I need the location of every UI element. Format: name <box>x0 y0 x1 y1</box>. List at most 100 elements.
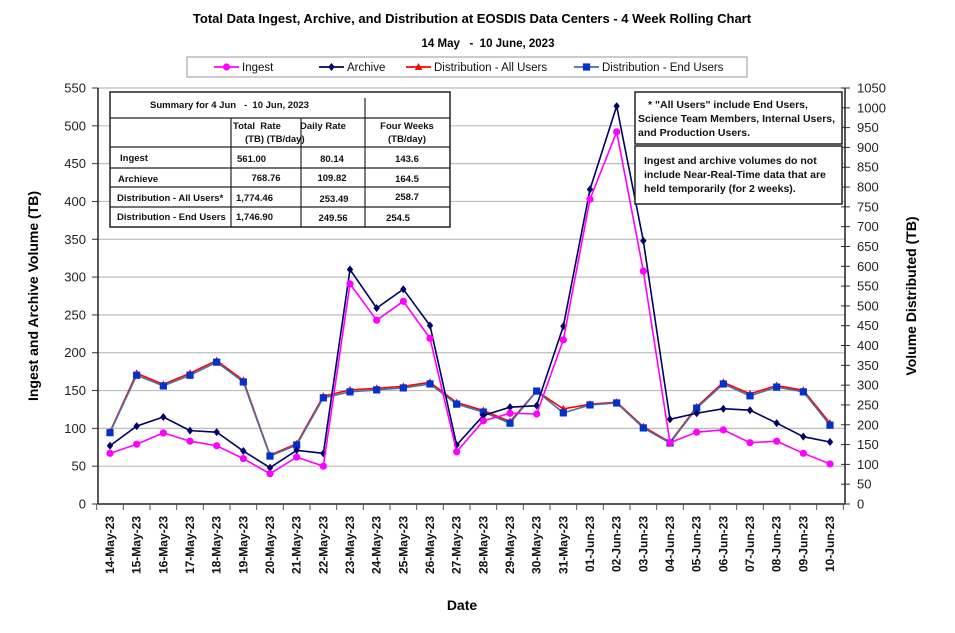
y2-tick-label: 350 <box>857 358 879 373</box>
y-tick-label: 400 <box>64 194 86 209</box>
data-point <box>319 462 327 470</box>
data-point <box>506 419 514 427</box>
y2-tick-label: 450 <box>857 318 879 333</box>
note-line: include Near-Real-Time data that are <box>644 169 826 181</box>
summary-row-label: Distribution - All Users* <box>117 193 224 204</box>
x-tick-label: 24-May-23 <box>370 516 384 574</box>
y-axis-label: Ingest and Archive Volume (TB) <box>25 191 41 401</box>
summary-row-four-weeks: 143.6 <box>395 154 419 165</box>
x-tick-label: 25-May-23 <box>396 516 410 574</box>
summary-row-daily: 249.56 <box>318 213 347 224</box>
data-point <box>826 460 834 468</box>
legend-label: Archive <box>347 62 385 74</box>
data-point <box>586 195 594 203</box>
note-all-users: * "All Users" include End Users, Science… <box>634 91 843 145</box>
data-point <box>746 392 754 400</box>
summary-row-daily: 109.82 <box>317 173 346 184</box>
y-tick-label: 500 <box>64 118 86 133</box>
data-point <box>826 437 834 446</box>
x-tick-label: 17-May-23 <box>183 516 197 574</box>
x-tick-label: 06-Jun-23 <box>716 516 730 572</box>
x-tick-label: 15-May-23 <box>130 516 144 574</box>
y2-tick-label: 0 <box>857 497 864 512</box>
data-point <box>613 102 620 111</box>
data-point <box>719 380 727 388</box>
x-tick-label: 05-Jun-23 <box>690 516 704 572</box>
data-point <box>719 426 727 434</box>
data-point <box>133 371 141 379</box>
legend-marker <box>222 63 231 71</box>
data-point <box>399 384 407 392</box>
chart: Total Data Ingest, Archive, and Distribu… <box>25 11 919 613</box>
legend: Ingest Archive Distribution - All Users Dis… <box>186 56 748 78</box>
x-tick-label: 29-May-23 <box>503 516 517 574</box>
summary-row-daily: 80.14 <box>320 154 344 165</box>
note-line: Ingest and archive volumes do not <box>644 155 817 167</box>
x-tick-label: 19-May-23 <box>236 516 250 574</box>
x-tick-label: 16-May-23 <box>156 516 170 574</box>
data-point <box>346 388 354 396</box>
y2-tick-label: 850 <box>857 160 879 175</box>
data-point <box>266 452 274 460</box>
data-point <box>640 236 647 245</box>
y-tick-label: 150 <box>64 383 86 398</box>
data-point <box>319 394 327 402</box>
y2-tick-label: 900 <box>857 140 879 155</box>
x-tick-label: 30-May-23 <box>530 516 544 574</box>
data-point <box>826 421 834 429</box>
note-line: * "All Users" include End Users, <box>648 99 808 111</box>
summary-header-daily: Daily Rate <box>300 121 346 132</box>
y-tick-label: 300 <box>64 270 86 285</box>
legend-label: Distribution - End Users <box>602 62 724 74</box>
y2-tick-label: 800 <box>857 180 879 195</box>
data-point <box>639 424 647 432</box>
data-point <box>533 410 541 418</box>
data-point <box>559 336 567 344</box>
data-point <box>559 409 567 417</box>
y2-tick-label: 1050 <box>857 81 886 96</box>
legend-label: Distribution - All Users <box>434 62 547 74</box>
y2-tick-label: 250 <box>857 397 879 412</box>
data-point <box>453 400 461 408</box>
y-tick-label: 350 <box>64 232 86 247</box>
data-point <box>159 429 167 437</box>
x-tick-label: 22-May-23 <box>316 516 330 574</box>
summary-table-title: Summary for 4 Jun - 10 Jun, 2023 <box>150 100 309 111</box>
summary-row-total: 1,746.90 <box>236 212 273 223</box>
data-point <box>186 371 194 379</box>
summary-row-four-weeks: 254.5 <box>386 213 410 224</box>
data-point <box>213 442 221 450</box>
data-point <box>106 429 114 437</box>
summary-row-four-weeks: 258.7 <box>395 192 419 203</box>
summary-header-four-weeks-units: (TB/day) <box>388 134 426 145</box>
note-line: Science Team Members, Internal Users, <box>638 113 835 125</box>
data-point <box>159 382 167 390</box>
summary-row-label: Archieve <box>118 174 158 185</box>
summary-row-daily: 253.49 <box>319 194 348 205</box>
data-point <box>746 439 754 447</box>
y2-tick-label: 750 <box>857 199 879 214</box>
y2-tick-label: 50 <box>857 477 871 492</box>
summary-row-total: 768.76 <box>251 173 280 184</box>
y-tick-label: 0 <box>79 497 86 512</box>
summary-table: Summary for 4 Jun - 10 Jun, 2023 Total R… <box>109 91 451 228</box>
data-point <box>720 404 727 413</box>
chart-title: Total Data Ingest, Archive, and Distribu… <box>193 11 752 26</box>
data-point <box>799 449 807 457</box>
summary-row-total: 561.00 <box>237 154 266 165</box>
y2-tick-label: 150 <box>857 437 879 452</box>
x-tick-label: 26-May-23 <box>423 516 437 574</box>
data-point <box>239 378 247 386</box>
data-point <box>373 316 381 324</box>
legend-label: Ingest <box>242 62 274 74</box>
summary-row-label: Distribution - End Users <box>117 212 226 223</box>
y-tick-label: 250 <box>64 307 86 322</box>
summary-header-units: (TB) (TB/day) <box>245 134 305 145</box>
data-point <box>800 432 807 441</box>
x-tick-label: 02-Jun-23 <box>610 516 624 572</box>
x-tick-label: 09-Jun-23 <box>796 516 810 572</box>
y2-tick-label: 700 <box>857 219 879 234</box>
data-point <box>346 280 354 288</box>
data-point <box>506 409 514 417</box>
y-tick-label: 100 <box>64 421 86 436</box>
